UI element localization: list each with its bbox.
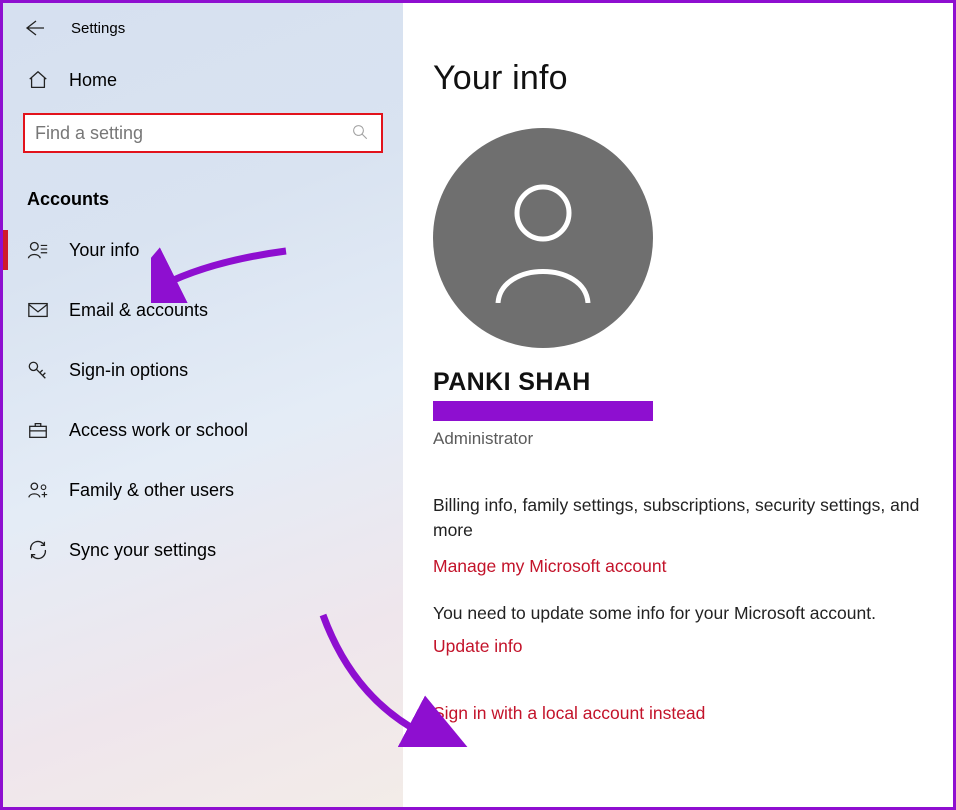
sidebar: Settings Home Accounts Your info Email &… — [3, 3, 403, 807]
key-icon — [27, 359, 49, 381]
user-icon — [483, 173, 603, 303]
user-name: PANKI SHAH — [433, 368, 929, 397]
sidebar-item-label: Sync your settings — [69, 540, 216, 561]
update-info-link[interactable]: Update info — [433, 636, 929, 657]
titlebar: Settings — [3, 13, 403, 57]
local-account-link[interactable]: Sign in with a local account instead — [433, 703, 929, 724]
sidebar-item-sign-in-options[interactable]: Sign-in options — [3, 340, 403, 400]
sidebar-item-family-other-users[interactable]: Family & other users — [3, 460, 403, 520]
window-title: Settings — [71, 20, 125, 37]
nav-home-label: Home — [69, 70, 117, 91]
sidebar-item-sync-settings[interactable]: Sync your settings — [3, 520, 403, 580]
your-info-icon — [27, 239, 49, 261]
search-box-container — [23, 113, 383, 153]
avatar — [433, 128, 653, 348]
back-icon[interactable] — [23, 17, 45, 39]
briefcase-icon — [27, 419, 49, 441]
email-redacted — [433, 401, 653, 421]
family-icon — [27, 479, 49, 501]
search-box[interactable] — [23, 113, 383, 153]
nav-home[interactable]: Home — [3, 57, 403, 105]
sidebar-item-access-work-school[interactable]: Access work or school — [3, 400, 403, 460]
sidebar-item-label: Your info — [69, 240, 139, 261]
search-icon — [351, 123, 371, 143]
user-role: Administrator — [433, 429, 929, 449]
sidebar-item-label: Email & accounts — [69, 300, 208, 321]
update-prompt: You need to update some info for your Mi… — [433, 603, 929, 624]
sidebar-item-label: Sign-in options — [69, 360, 188, 381]
sidebar-item-your-info[interactable]: Your info — [3, 220, 403, 280]
sync-icon — [27, 539, 49, 561]
manage-account-link[interactable]: Manage my Microsoft account — [433, 556, 929, 577]
sidebar-item-email-accounts[interactable]: Email & accounts — [3, 280, 403, 340]
main-panel: Your info PANKI SHAH Administrator Billi… — [403, 3, 953, 807]
search-input[interactable] — [25, 115, 351, 151]
home-icon — [27, 69, 49, 91]
sidebar-item-label: Access work or school — [69, 420, 248, 441]
billing-description: Billing info, family settings, subscript… — [433, 493, 929, 544]
page-title: Your info — [433, 59, 929, 98]
email-icon — [27, 299, 49, 321]
sidebar-section-heading: Accounts — [3, 159, 403, 220]
sidebar-item-label: Family & other users — [69, 480, 234, 501]
